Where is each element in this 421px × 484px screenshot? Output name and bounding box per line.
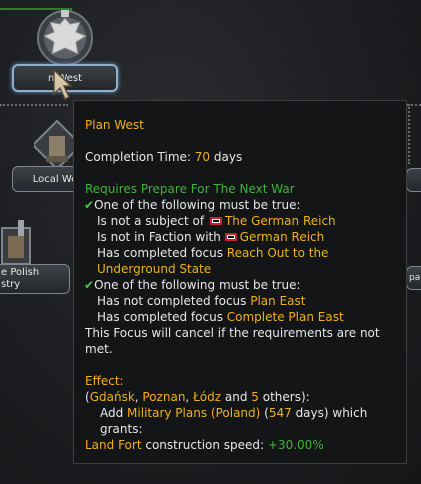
requirement-completed-reach-out-focus: Reach Out to the xyxy=(226,246,329,260)
state-poznan: Poznan xyxy=(142,390,186,404)
requirement-not-completed-prefix: Has not completed focus xyxy=(97,294,251,308)
effect-add-prefix: Add xyxy=(100,406,128,420)
focus-node-local-west-label: Local We xyxy=(32,173,78,185)
focus-node-polish-industry-line1: e Polish xyxy=(1,267,40,278)
requirement-completed-prefix: Has completed focus xyxy=(97,310,227,324)
german-reich-flag-icon xyxy=(209,216,222,225)
focus-node-polish-industry-line2: stry xyxy=(1,279,21,290)
requires-prerequisite: Requires Prepare For The Next War xyxy=(85,182,295,196)
requirement-completed-reach-out-focus-cont: Underground State xyxy=(97,262,212,276)
completion-label: Completion Time: xyxy=(85,150,195,164)
effect-states-sep2: , xyxy=(185,390,194,404)
requirement-not-in-faction-prefix: Is not in Faction with xyxy=(97,230,225,244)
completion-unit: days xyxy=(210,150,243,164)
effect-states: (Gdańsk, Poznan, Łódz and 5 others): xyxy=(85,389,310,405)
focus-node-right-partial-label: par xyxy=(409,273,421,283)
effect-add-suffix: days) which xyxy=(291,406,368,420)
completion-time: Completion Time: 70 days xyxy=(85,149,242,165)
requirement-not-subject: Is not a subject of The German Reich xyxy=(97,213,336,229)
requirement-group-1-header: ✔One of the following must be true: xyxy=(84,197,301,213)
focus-node-right-upper[interactable] xyxy=(406,168,421,192)
requirement-group-2-header-text: One of the following must be true: xyxy=(94,278,301,292)
eagle-emblem-icon xyxy=(37,10,93,66)
effect-grants: grants: xyxy=(100,422,143,436)
effect-add-military-plans: Add Military Plans (Poland) (547 days) w… xyxy=(100,405,367,421)
cancel-note-cont: met. xyxy=(85,342,113,356)
effect-bonus-mid: construction speed: xyxy=(141,438,268,452)
requirement-not-completed-focus: Plan East xyxy=(250,294,306,308)
cancel-note: This Focus will cancel if the requiremen… xyxy=(85,326,380,340)
checkmark-icon: ✔ xyxy=(84,198,95,212)
connector-dotted-line xyxy=(0,104,68,106)
requirement-group-2-header: ✔One of the following must be true: xyxy=(84,277,301,293)
requirement-not-in-faction: Is not in Faction with German Reich xyxy=(97,229,324,245)
requirement-not-subject-prefix: Is not a subject of xyxy=(97,214,208,228)
effect-label: Effect: xyxy=(85,374,124,388)
requirement-not-in-faction-country: German Reich xyxy=(239,230,325,244)
requirement-not-completed-plan-east: Has not completed focus Plan East xyxy=(97,293,305,309)
effect-bonus: Land Fort construction speed: +30.00% xyxy=(85,437,324,453)
effect-states-count: 5 xyxy=(251,390,259,404)
effect-add-plans: Military Plans (Poland) xyxy=(127,406,261,420)
industry-emblem-icon xyxy=(1,220,31,265)
requirement-group-1-header-text: One of the following must be true: xyxy=(94,198,301,212)
effect-states-and: and xyxy=(221,390,252,404)
state-lodz: Łódz xyxy=(193,390,222,404)
requirement-completed-reach-out: Has completed focus Reach Out to the xyxy=(97,245,328,261)
effect-states-others: others xyxy=(258,390,301,404)
requirement-completed-complete-plan-east: Has completed focus Complete Plan East xyxy=(97,309,344,325)
effect-bonus-label: Land Fort xyxy=(85,438,142,452)
requirement-not-subject-country: The German Reich xyxy=(224,214,336,228)
effect-add-open: ( xyxy=(260,406,269,420)
requirement-completed-focus: Complete Plan East xyxy=(226,310,344,324)
effect-bonus-value: +30.00% xyxy=(267,438,324,452)
effect-states-close: ): xyxy=(300,390,310,404)
tooltip-title: Plan West xyxy=(85,118,144,132)
completion-value: 70 xyxy=(194,150,211,164)
effect-add-days: 547 xyxy=(268,406,292,420)
mouse-cursor-icon xyxy=(53,68,72,101)
checkmark-icon: ✔ xyxy=(84,278,95,292)
state-gdansk: Gdańsk xyxy=(89,390,135,404)
focus-node-polish-industry[interactable]: e Polish stry xyxy=(0,264,70,294)
german-reich-flag-icon xyxy=(224,232,237,241)
focus-node-right-partial[interactable]: par xyxy=(406,266,421,290)
requirement-completed-reach-out-prefix: Has completed focus xyxy=(97,246,227,260)
connector-dotted-line-vertical xyxy=(408,104,410,164)
